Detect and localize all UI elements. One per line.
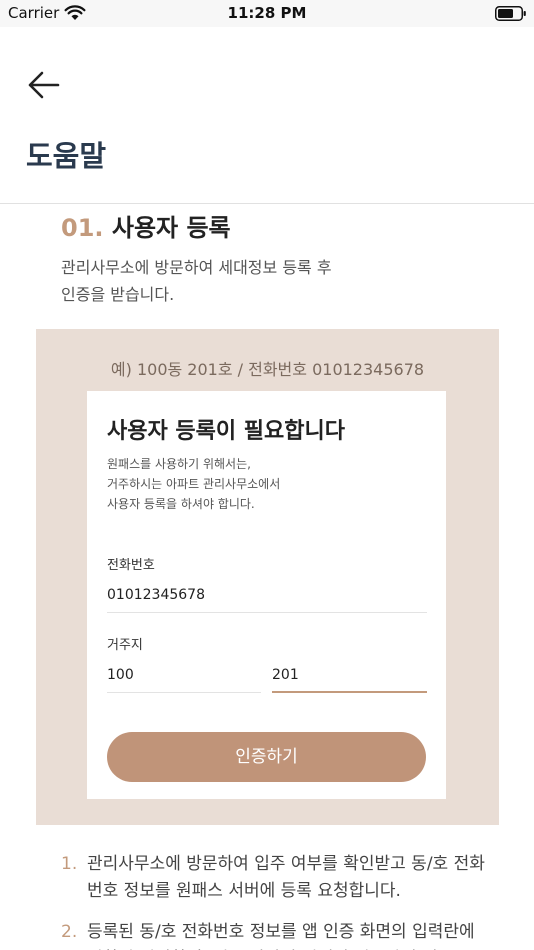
steps-list: 1. 관리사무소에 방문하여 입주 여부를 확인받고 동/호 전화번호 정보를 … (61, 851, 491, 950)
battery-icon (495, 6, 526, 21)
header-divider (0, 203, 534, 204)
building-field[interactable]: 100 (107, 663, 261, 693)
example-panel: 예) 100동 201호 / 전화번호 01012345678 사용자 등록이 … (36, 329, 499, 825)
status-bar: Carrier 11:28 PM (0, 0, 534, 27)
card-description: 원패스를 사용하기 위해서는, 거주하시는 아파트 관리사무소에서 사용자 등록… (107, 454, 427, 514)
card-description-line: 원패스를 사용하기 위해서는, (107, 457, 251, 471)
phone-label: 전화번호 (107, 558, 155, 573)
card-description-line: 사용자 등록을 하셔야 합니다. (107, 497, 255, 511)
section-description-line: 관리사무소에 방문하여 세대정보 등록 후 (61, 258, 332, 277)
step-number: 2. (61, 922, 78, 942)
page-title: 도움말 (26, 139, 107, 173)
residence-label: 거주지 (107, 638, 143, 653)
list-item: 2. 등록된 동/호 전화번호 정보를 앱 인증 화면의 입력란에 정확히 입력… (61, 919, 491, 950)
back-button[interactable] (24, 65, 64, 105)
arrow-left-icon (28, 71, 60, 99)
step-number: 1. (61, 854, 78, 874)
phone-field[interactable]: 01012345678 (107, 583, 427, 613)
verify-button[interactable]: 인증하기 (107, 732, 426, 782)
section-title: 01. 사용자 등록 (61, 208, 231, 243)
card-description-line: 거주하시는 아파트 관리사무소에서 (107, 477, 281, 491)
unit-field[interactable]: 201 (272, 663, 427, 693)
section-title-text: 사용자 등록 (111, 214, 231, 242)
list-item: 1. 관리사무소에 방문하여 입주 여부를 확인받고 동/호 전화번호 정보를 … (61, 851, 491, 905)
step-text: 등록된 동/호 전화번호 정보를 앱 인증 화면의 입력란에 정확히 입력한 후… (87, 922, 475, 950)
section-number: 01. (61, 214, 104, 242)
status-time: 11:28 PM (227, 4, 307, 22)
step-text: 관리사무소에 방문하여 입주 여부를 확인받고 동/호 전화번호 정보를 원패스… (87, 854, 485, 901)
section-description-line: 인증을 받습니다. (61, 285, 175, 304)
card-title: 사용자 등록이 필요합니다 (107, 419, 345, 444)
registration-card: 사용자 등록이 필요합니다 원패스를 사용하기 위해서는, 거주하시는 아파트 … (87, 391, 446, 799)
section-description: 관리사무소에 방문하여 세대정보 등록 후 인증을 받습니다. (61, 254, 461, 308)
example-caption: 예) 100동 201호 / 전화번호 01012345678 (110, 360, 425, 379)
